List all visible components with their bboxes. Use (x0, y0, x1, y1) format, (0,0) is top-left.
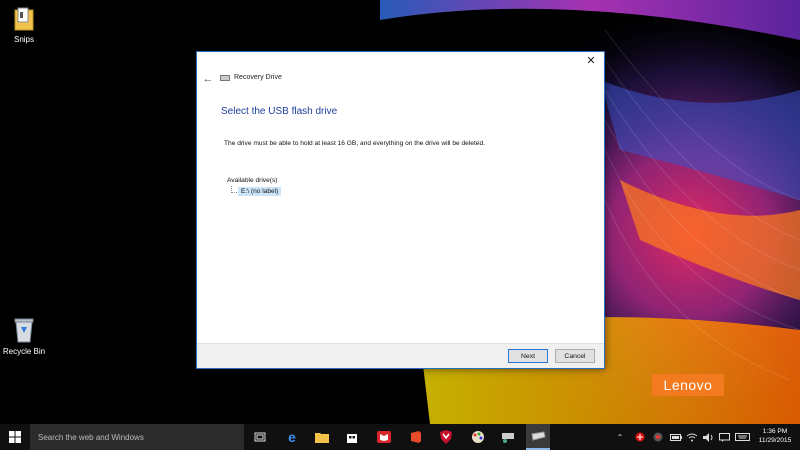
description-text: The drive must be able to hold at least … (224, 140, 485, 147)
drive-icon (531, 431, 546, 441)
network-app-button[interactable] (496, 424, 520, 450)
taskbar: Search the web and Windows e ⌃ 1:36 PM 1… (0, 424, 800, 450)
desktop-icon-recycle-bin[interactable]: Recycle Bin (0, 316, 52, 356)
chevron-up-icon: ⌃ (616, 432, 624, 442)
message-icon (718, 432, 730, 442)
desktop-icon-label: Recycle Bin (2, 347, 46, 356)
task-view-button[interactable] (248, 424, 272, 450)
paint-app-button[interactable] (466, 424, 490, 450)
office-icon (411, 431, 421, 443)
book-app-icon (377, 431, 391, 443)
folder-icon (315, 432, 329, 443)
recovery-drive-taskbar-button[interactable] (526, 424, 550, 450)
page-heading: Select the USB flash drive (221, 106, 338, 117)
breadcrumb: Recovery Drive (220, 74, 282, 81)
windows-logo-icon (9, 431, 21, 443)
store-icon (347, 434, 357, 443)
app-tray-button[interactable] (652, 430, 664, 444)
folder-icon (14, 7, 34, 31)
clock-date: 11/29/2015 (758, 437, 792, 444)
clock-time: 1:36 PM (762, 428, 788, 435)
drive-list-item[interactable]: E:\ (no label) (238, 187, 282, 196)
dialog-footer: Next Cancel (197, 343, 604, 368)
recycle-bin-icon (14, 318, 34, 343)
available-drives-label: Available drive(s) (227, 177, 278, 184)
title-bar[interactable]: ✕ (197, 52, 604, 71)
office-app-button[interactable] (404, 424, 428, 450)
red-app-button[interactable] (372, 424, 396, 450)
mcafee-button[interactable] (434, 424, 458, 450)
tree-connector (231, 186, 237, 193)
close-button[interactable]: ✕ (584, 54, 598, 68)
drive-icon (220, 74, 230, 81)
lenovo-logo: Lenovo (652, 374, 724, 396)
show-hidden-icons-button[interactable]: ⌃ (614, 430, 626, 444)
keyboard-button[interactable] (734, 430, 750, 444)
start-button[interactable] (0, 424, 30, 450)
battery-icon (670, 433, 682, 441)
wifi-icon (686, 433, 698, 441)
desktop-icon-snips[interactable]: Snips (0, 6, 52, 44)
next-button[interactable]: Next (508, 349, 548, 363)
clock[interactable]: 1:36 PM 11/29/2015 (752, 427, 798, 445)
desktop-icon-label: Snips (13, 35, 34, 44)
store-button[interactable] (340, 424, 364, 450)
battery-button[interactable] (670, 430, 682, 444)
network-drive-icon (502, 433, 514, 443)
window-title: Recovery Drive (234, 74, 282, 81)
back-button[interactable]: ← (201, 72, 215, 86)
paint-icon (472, 431, 484, 443)
cancel-button[interactable]: Cancel (555, 349, 595, 363)
security-icon (635, 432, 645, 442)
search-input[interactable]: Search the web and Windows (30, 424, 244, 450)
volume-button[interactable] (702, 430, 714, 444)
file-explorer-button[interactable] (310, 424, 334, 450)
task-view-icon (254, 432, 266, 442)
antivirus-tray-button[interactable] (634, 430, 646, 444)
edge-button[interactable]: e (280, 424, 304, 450)
wifi-button[interactable] (686, 430, 698, 444)
keyboard-icon (734, 433, 750, 441)
app-tray-icon (653, 432, 663, 442)
speaker-icon (702, 432, 712, 442)
navigation-bar: ← Recovery Drive (197, 71, 604, 89)
action-center-button[interactable] (718, 430, 730, 444)
shield-icon (440, 430, 452, 444)
edge-icon: e (288, 429, 296, 445)
recovery-drive-window: ✕ ← Recovery Drive Select the USB flash … (196, 51, 605, 369)
